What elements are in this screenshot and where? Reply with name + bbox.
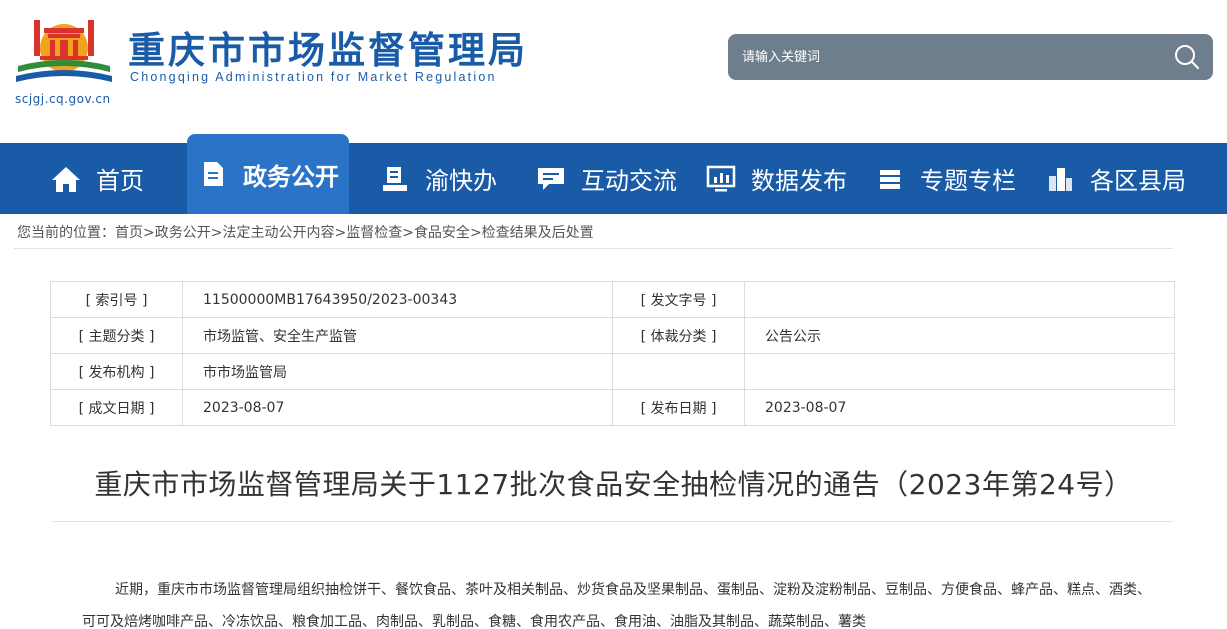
meta-value: 2023-08-07 xyxy=(744,389,1175,426)
breadcrumb-separator: > xyxy=(469,225,482,241)
nav-item-label: 首页 xyxy=(96,167,144,195)
table-row: [ 主题分类 ] 市场监管、安全生产监管 [ 体裁分类 ] 公告公示 xyxy=(50,317,1175,354)
stack-icon xyxy=(872,161,908,197)
site-subtitle: Chongqing Administration for Market Regu… xyxy=(130,70,497,84)
meta-key: [ 发布机构 ] xyxy=(50,353,183,390)
search-bar xyxy=(728,34,1213,80)
nav-item-yukuaiban[interactable]: 渝快办 xyxy=(377,143,497,214)
breadcrumb-separator: > xyxy=(334,225,347,241)
nav-item-label: 各区县局 xyxy=(1090,167,1186,195)
nav-item-district-bureaus[interactable]: 各区县局 xyxy=(1042,143,1186,214)
nav-item-label: 政务公开 xyxy=(243,162,339,191)
meta-key: [ 索引号 ] xyxy=(50,281,183,318)
table-row: [ 成文日期 ] 2023-08-07 [ 发布日期 ] 2023-08-07 xyxy=(50,389,1175,426)
stamp-icon xyxy=(377,161,413,197)
breadcrumb-separator: > xyxy=(402,225,414,241)
meta-key: [ 主题分类 ] xyxy=(50,317,183,354)
meta-key: [ 成文日期 ] xyxy=(50,389,183,426)
meta-value: 11500000MB17643950/2023-00343 xyxy=(182,281,613,318)
nav-item-data-release[interactable]: 数据发布 xyxy=(703,143,847,214)
breadcrumb-link[interactable]: 食品安全 xyxy=(414,225,470,241)
meta-value: 2023-08-07 xyxy=(182,389,613,426)
nav-item-government-affairs[interactable]: 政务公开 xyxy=(187,134,349,214)
nav-item-label: 渝快办 xyxy=(425,167,497,195)
breadcrumb-divider xyxy=(14,248,1173,249)
breadcrumb-link[interactable]: 法定主动公开内容 xyxy=(222,225,334,241)
meta-value xyxy=(744,353,1175,390)
document-body: 近期，重庆市市场监督管理局组织抽检饼干、餐饮食品、茶叶及相关制品、炒货食品及坚果… xyxy=(82,582,1151,629)
site-url: scjgj.cq.gov.cn xyxy=(15,92,111,106)
meta-key: [ 发文字号 ] xyxy=(612,281,745,318)
chart-icon xyxy=(703,161,739,197)
document-metadata-table: [ 索引号 ] 11500000MB17643950/2023-00343 [ … xyxy=(50,281,1175,426)
main-nav: 首页 政务公开 渝快办 互动交流 数据发布 专题专栏 各区县局 xyxy=(0,134,1227,214)
buildings-icon xyxy=(1042,161,1078,197)
breadcrumb-separator: > xyxy=(143,225,155,241)
home-icon xyxy=(48,161,84,197)
nav-item-home[interactable]: 首页 xyxy=(48,143,144,214)
title-divider xyxy=(52,521,1173,522)
breadcrumb-link[interactable]: 首页 xyxy=(115,225,143,241)
meta-key xyxy=(612,353,745,390)
document-icon xyxy=(195,156,231,192)
breadcrumb-separator: > xyxy=(210,225,223,241)
table-row: [ 索引号 ] 11500000MB17643950/2023-00343 [ … xyxy=(50,281,1175,318)
search-input[interactable] xyxy=(742,47,1142,67)
breadcrumb-prefix: 您当前的位置： xyxy=(17,225,115,241)
nav-item-interaction[interactable]: 互动交流 xyxy=(533,143,677,214)
table-row: [ 发布机构 ] 市市场监管局 xyxy=(50,353,1175,390)
emblem-icon[interactable] xyxy=(14,14,114,92)
meta-value: 公告公示 xyxy=(744,317,1175,354)
nav-item-label: 数据发布 xyxy=(751,167,847,195)
meta-key: [ 体裁分类 ] xyxy=(612,317,745,354)
nav-item-special-topics[interactable]: 专题专栏 xyxy=(872,143,1016,214)
meta-value xyxy=(744,281,1175,318)
meta-key: [ 发布日期 ] xyxy=(612,389,745,426)
breadcrumb-link[interactable]: 检查结果及后处置 xyxy=(482,225,594,241)
nav-item-label: 互动交流 xyxy=(581,167,677,195)
nav-item-label: 专题专栏 xyxy=(920,167,1016,195)
meta-value: 市场监管、安全生产监管 xyxy=(182,317,613,354)
breadcrumb: 您当前的位置：首页>政务公开>法定主动公开内容>监督检查>食品安全>检查结果及后… xyxy=(17,222,594,242)
document-title: 重庆市市场监督管理局关于1127批次食品安全抽检情况的通告（2023年第24号） xyxy=(94,468,1133,501)
site-title[interactable]: 重庆市市场监督管理局 xyxy=(128,20,528,74)
breadcrumb-link[interactable]: 政务公开 xyxy=(155,225,211,241)
breadcrumb-link[interactable]: 监督检查 xyxy=(346,225,402,241)
site-header: scjgj.cq.gov.cn 重庆市市场监督管理局 Chongqing Adm… xyxy=(0,0,1227,143)
meta-value: 市市场监管局 xyxy=(182,353,613,390)
search-icon[interactable] xyxy=(1171,42,1203,72)
chat-icon xyxy=(533,161,569,197)
